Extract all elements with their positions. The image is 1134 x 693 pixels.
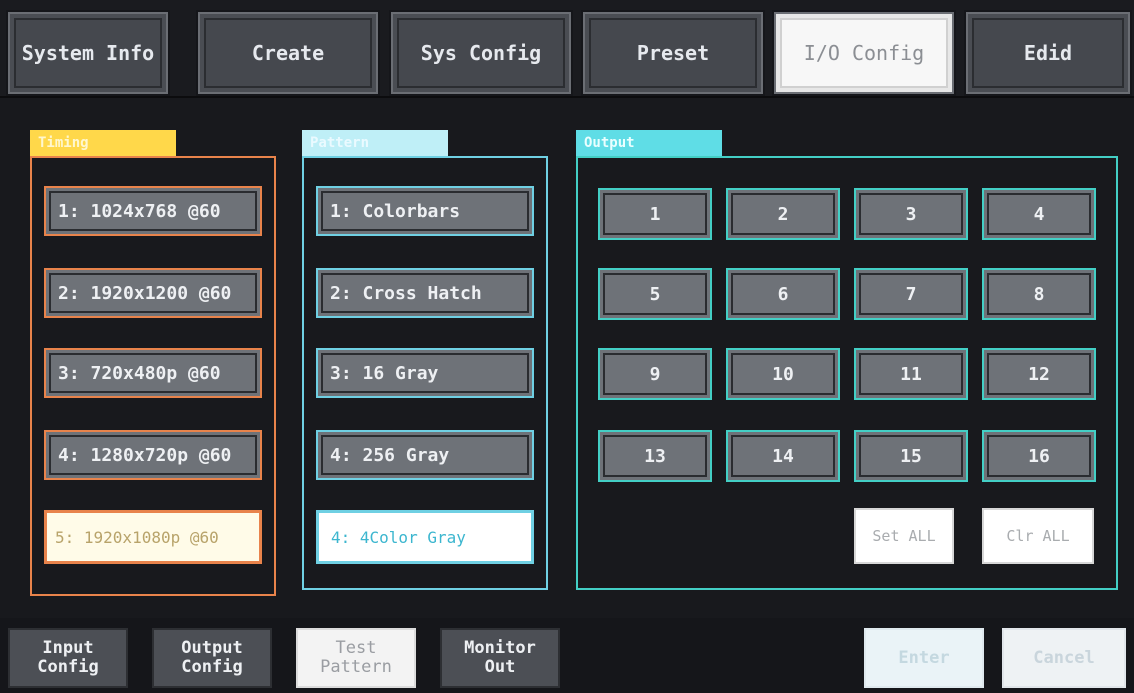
pattern-item-label: 4: 4Color Gray (331, 527, 466, 547)
main-panel: Timing 1: 1024x768 @60 2: 1920x1200 @60 … (0, 96, 1134, 618)
pattern-item-label: 3: 16 Gray (330, 362, 439, 384)
pattern-item-2[interactable]: 2: Cross Hatch (316, 268, 534, 318)
test-pattern-button[interactable]: Test Pattern (296, 628, 416, 688)
set-all-button[interactable]: Set ALL (854, 508, 954, 564)
output-label: 3 (905, 203, 917, 225)
output-label: 4 (1033, 203, 1045, 225)
output-11-button[interactable]: 11 (854, 348, 968, 400)
output-label: 1 (649, 203, 661, 225)
output-label: 16 (1028, 445, 1050, 467)
timing-item-label: 4: 1280x720p @60 (58, 444, 232, 466)
timing-item-label: 3: 720x480p @60 (58, 362, 221, 384)
pattern-item-4[interactable]: 4: 256 Gray (316, 430, 534, 480)
output-label: 5 (649, 283, 661, 305)
cancel-button[interactable]: Cancel (1002, 628, 1126, 688)
timing-item-4[interactable]: 4: 1280x720p @60 (44, 430, 262, 480)
input-config-button[interactable]: Input Config (8, 628, 128, 688)
pattern-item-1[interactable]: 1: Colorbars (316, 186, 534, 236)
clear-all-button[interactable]: Clr ALL (982, 508, 1094, 564)
pattern-title: Pattern (302, 130, 448, 156)
timing-item-2[interactable]: 2: 1920x1200 @60 (44, 268, 262, 318)
output-4-button[interactable]: 4 (982, 188, 1096, 240)
output-12-button[interactable]: 12 (982, 348, 1096, 400)
tab-label: Create (251, 41, 325, 65)
tab-create[interactable]: Create (196, 10, 380, 96)
output-label: 11 (900, 363, 922, 385)
output-1-button[interactable]: 1 (598, 188, 712, 240)
pattern-item-3[interactable]: 3: 16 Gray (316, 348, 534, 398)
timing-item-3[interactable]: 3: 720x480p @60 (44, 348, 262, 398)
tab-sys-config[interactable]: Sys Config (389, 10, 573, 96)
output-5-button[interactable]: 5 (598, 268, 712, 320)
output-label: 10 (772, 363, 794, 385)
pattern-item-5[interactable]: 4: 4Color Gray (316, 510, 534, 564)
clear-all-label: Clr ALL (1006, 527, 1070, 545)
tab-label: I/O Config (803, 41, 925, 65)
tab-io-config[interactable]: I/O Config (772, 10, 956, 96)
output-label: 6 (777, 283, 789, 305)
output-title: Output (576, 130, 722, 156)
output-16-button[interactable]: 16 (982, 430, 1096, 482)
output-label: 14 (772, 445, 794, 467)
timing-item-label: 1: 1024x768 @60 (58, 200, 221, 222)
timing-title: Timing (30, 130, 176, 156)
tab-label: Edid (1023, 41, 1073, 65)
pattern-item-label: 1: Colorbars (330, 200, 461, 222)
timing-item-label: 2: 1920x1200 @60 (58, 282, 232, 304)
output-config-button[interactable]: Output Config (152, 628, 272, 688)
output-9-button[interactable]: 9 (598, 348, 712, 400)
tab-preset[interactable]: Preset (581, 10, 765, 96)
set-all-label: Set ALL (872, 527, 936, 545)
timing-item-label: 5: 1920x1080p @60 (55, 527, 219, 547)
pattern-item-label: 4: 256 Gray (330, 444, 450, 466)
output-label: 8 (1033, 283, 1045, 305)
output-label: 2 (777, 203, 789, 225)
output-2-button[interactable]: 2 (726, 188, 840, 240)
output-label: 12 (1028, 363, 1050, 385)
tab-label: Sys Config (420, 41, 542, 65)
output-7-button[interactable]: 7 (854, 268, 968, 320)
output-10-button[interactable]: 10 (726, 348, 840, 400)
output-3-button[interactable]: 3 (854, 188, 968, 240)
tab-system-info[interactable]: System Info (6, 10, 170, 96)
output-8-button[interactable]: 8 (982, 268, 1096, 320)
monitor-out-button[interactable]: Monitor Out (440, 628, 560, 688)
tab-edid[interactable]: Edid (964, 10, 1132, 96)
pattern-item-label: 2: Cross Hatch (330, 282, 482, 304)
output-6-button[interactable]: 6 (726, 268, 840, 320)
output-label: 13 (644, 445, 666, 467)
bottom-toolbar: Input Config Output Config Test Pattern … (0, 618, 1134, 693)
timing-item-5[interactable]: 5: 1920x1080p @60 (44, 510, 262, 564)
output-label: 9 (649, 363, 661, 385)
output-label: 7 (905, 283, 917, 305)
output-13-button[interactable]: 13 (598, 430, 712, 482)
device-screen: System Info Create Sys Config Preset I/O… (0, 0, 1134, 693)
tab-label: Preset (636, 41, 710, 65)
output-14-button[interactable]: 14 (726, 430, 840, 482)
output-label: 15 (900, 445, 922, 467)
timing-item-1[interactable]: 1: 1024x768 @60 (44, 186, 262, 236)
output-15-button[interactable]: 15 (854, 430, 968, 482)
tab-label: System Info (21, 41, 155, 65)
enter-button[interactable]: Enter (864, 628, 984, 688)
